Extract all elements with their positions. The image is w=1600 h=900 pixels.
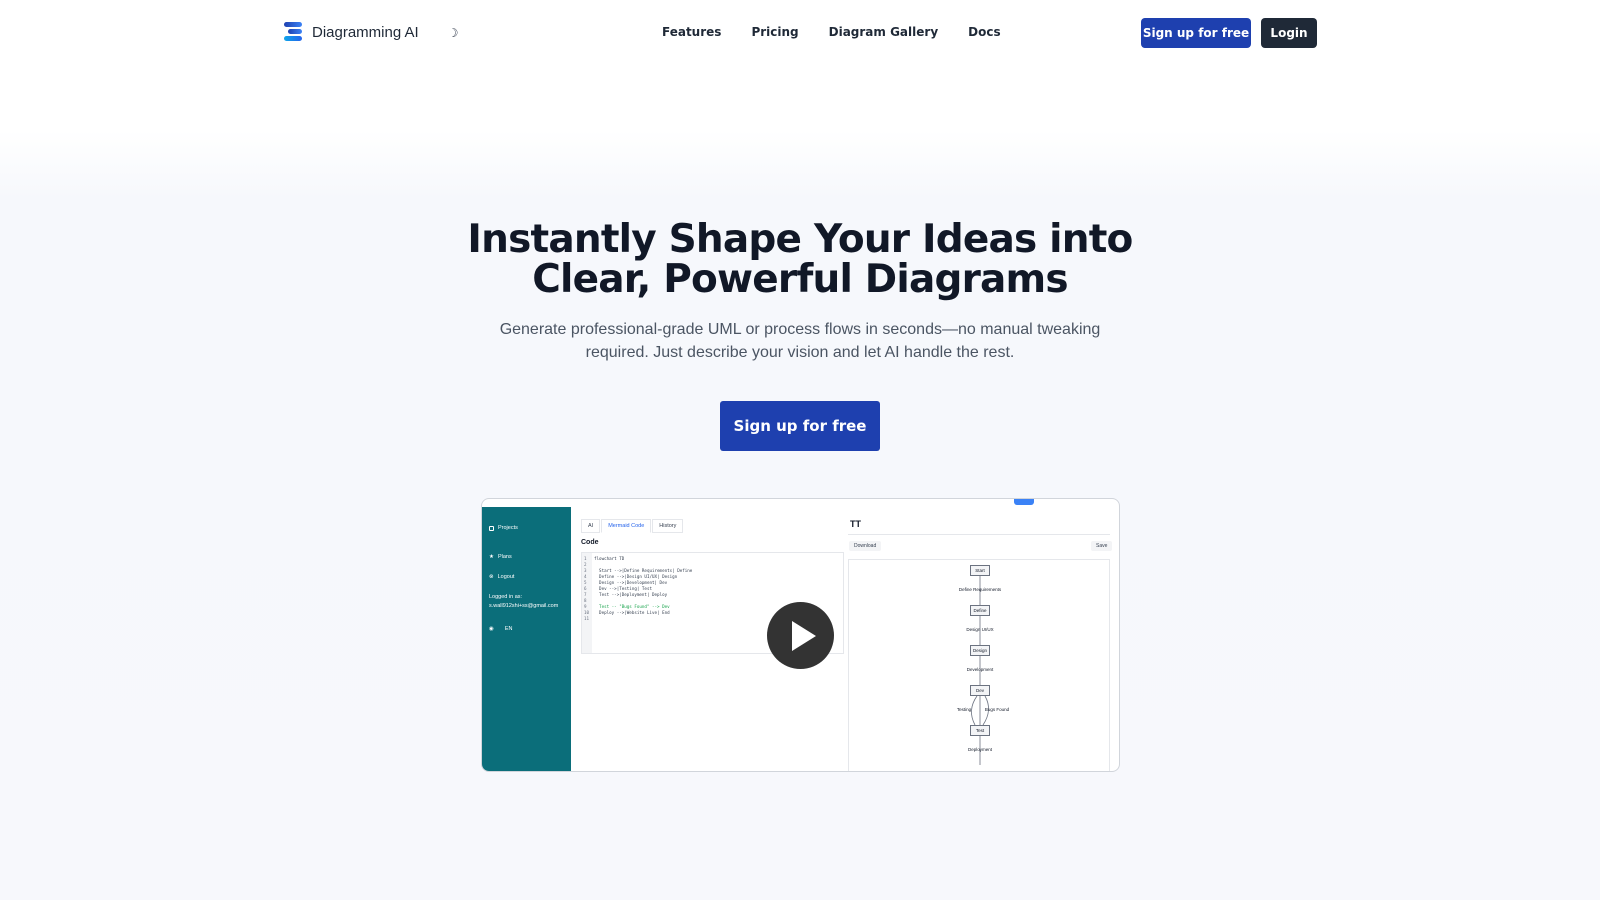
preview-tab-ai: AI <box>581 519 601 533</box>
diagram-node: Define <box>970 605 990 616</box>
code-line: 10 Deploy -->|Website Live| End <box>584 610 670 615</box>
hero-signup-button[interactable]: Sign up for free <box>720 401 880 451</box>
top-nav: Diagramming AI ☽ Features Pricing Diagra… <box>0 0 1600 66</box>
hero-title: Instantly Shape Your Ideas into Clear, P… <box>0 220 1600 300</box>
code-line: 4 Define -->|Design UI/UX| Design <box>584 574 678 579</box>
code-line: 1 flowchart TD <box>584 556 625 561</box>
preview-sidebar: Projects ★ Plans ⊗ Logout Logged in as: s.… <box>482 507 571 771</box>
hero-subtitle-line1: Generate professional-grade UML or proce… <box>499 321 1101 338</box>
preview-language: ◉ EN <box>489 626 513 632</box>
preview-sidebar-logout-label: Logout <box>497 574 515 580</box>
code-line: 9 Test -- "Bugs Found" --> Dev <box>584 604 670 609</box>
login-button[interactable]: Login <box>1261 18 1317 48</box>
preview-logged-in-label: Logged in as: <box>489 594 523 600</box>
code-line: 8 <box>584 598 587 603</box>
preview-tab-mermaid-code: Mermaid Code <box>601 519 652 533</box>
preview-main: AI Mermaid Code History Code 1 flowchart … <box>571 507 1119 771</box>
code-line: 6 Dev -->|Testing| Test <box>584 586 652 591</box>
hero-title-line2: Clear, Powerful Diagrams <box>532 257 1068 302</box>
brand-name: Diagramming AI <box>312 23 419 41</box>
hero-subtitle: Generate professional-grade UML or proce… <box>470 318 1130 364</box>
preview-sidebar-plans-label: Plans <box>497 554 512 560</box>
logout-icon: ⊗ <box>489 574 494 580</box>
theme-toggle-icon[interactable]: ☽ <box>446 26 460 40</box>
preview-save-button: Save <box>1091 541 1113 551</box>
nav-links: Features Pricing Diagram Gallery Docs <box>662 25 1001 39</box>
diagram-node: Dev <box>970 685 990 696</box>
diagram-edge-label: Bugs Found <box>984 707 1010 712</box>
hero-title-line1: Instantly Shape Your Ideas into <box>467 217 1133 262</box>
preview-language-label: EN <box>504 626 513 632</box>
play-button-icon[interactable] <box>767 602 834 669</box>
preview-tab-history: History <box>652 519 684 533</box>
diagram-node: Start <box>970 565 990 576</box>
code-line: 11 <box>584 616 590 621</box>
preview-download-button: Download <box>849 541 882 551</box>
diagram-node: Test <box>970 725 990 736</box>
code-line: 7 Test -->|Deployment| Deploy <box>584 592 668 597</box>
diagram-edge-label: Development <box>966 667 994 672</box>
preview-sidebar-projects: Projects <box>489 525 518 531</box>
preview-sidebar-logout: ⊗ Logout <box>489 574 514 580</box>
diagram-edge-label: Design UI/UX <box>966 627 994 632</box>
logo-icon <box>284 22 304 42</box>
diagram-node: Design <box>970 645 990 656</box>
star-icon: ★ <box>489 554 494 560</box>
diagram-edge-label: Define Requirements <box>958 587 1002 592</box>
preview-diagram-canvas: Start Define Requirements Define Design … <box>848 559 1110 771</box>
preview-tabs: AI Mermaid Code History <box>581 519 684 533</box>
preview-diagram-title: TT <box>848 519 1110 535</box>
preview-sidebar-plans: ★ Plans <box>489 554 512 560</box>
diagram-edge-label: Deployment <box>967 747 993 752</box>
projects-icon <box>489 525 494 531</box>
preview-email: s.wall912shi+ss@gmail.com <box>489 603 559 609</box>
preview-code-label: Code <box>581 539 599 546</box>
preview-sidebar-projects-label: Projects <box>498 525 518 531</box>
diagram-edge-label: Testing <box>956 707 972 712</box>
hero-subtitle-line2: required. Just describe your vision and … <box>585 344 1015 361</box>
nav-link-features[interactable]: Features <box>662 25 721 39</box>
signup-button[interactable]: Sign up for free <box>1141 18 1251 48</box>
globe-icon: ◉ <box>489 626 494 632</box>
nav-link-pricing[interactable]: Pricing <box>751 25 798 39</box>
code-line: 3 Start -->|Define Requirements| Define <box>584 568 693 573</box>
code-line: 2 <box>584 562 587 567</box>
nav-link-diagram-gallery[interactable]: Diagram Gallery <box>829 25 939 39</box>
code-line: 5 Design -->|Development| Dev <box>584 580 668 585</box>
preview-badge <box>1014 499 1034 505</box>
brand-logo[interactable]: Diagramming AI <box>284 22 419 42</box>
nav-link-docs[interactable]: Docs <box>968 25 1000 39</box>
